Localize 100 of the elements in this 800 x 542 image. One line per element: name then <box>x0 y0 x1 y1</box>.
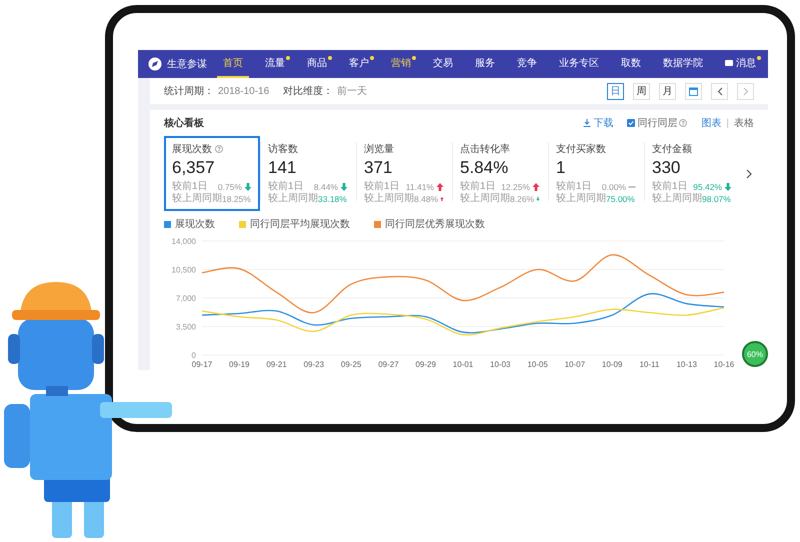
change-value: 0.00% <box>602 181 626 192</box>
comparison-label: 较上周同期 <box>172 193 222 205</box>
nav-tab[interactable]: 数据学院 <box>657 50 709 78</box>
logo-icon <box>148 57 162 71</box>
change-value: 33.18% <box>318 193 347 205</box>
x-axis-label: 10-09 <box>602 360 622 369</box>
range-button[interactable]: 周 <box>633 82 650 100</box>
app-name: 生意参谋 <box>167 58 207 71</box>
metric-card-area[interactable]: 浏览量 371 较前1日 11.41% 较上周同期8.48% <box>356 136 452 211</box>
comparison-label: 较前1日 <box>556 181 593 192</box>
view-tab[interactable]: 图表 <box>701 116 722 130</box>
metric-value: 371 <box>364 158 394 178</box>
comparison-label: 较前1日 <box>268 181 305 192</box>
y-axis-label: 14,000 <box>172 237 196 246</box>
x-axis-label: 10-03 <box>490 360 511 369</box>
legend-label[interactable]: 同行同层优秀展现次数 <box>385 217 485 231</box>
metric-card-area[interactable]: 访客数 141 较前1日 8.44% 较上周同期33.18% <box>260 136 356 211</box>
previous-button[interactable] <box>711 82 728 100</box>
change-value: 8.44% <box>314 181 338 192</box>
nav-tab[interactable]: 交易 <box>427 50 459 78</box>
metric-name: 点击转化率 <box>460 142 510 156</box>
nav-tab[interactable]: 客户 <box>343 50 375 78</box>
change-value: 0.75% <box>218 181 242 192</box>
comparison-label: 较上周同期 <box>364 193 414 205</box>
comparison-label: 较上周同期 <box>460 193 510 205</box>
x-axis-label: 09-29 <box>415 360 436 369</box>
download-link[interactable]: 下载 <box>583 116 614 130</box>
next-button[interactable] <box>737 82 754 100</box>
legend-label[interactable]: 同行同层平均展现次数 <box>250 217 350 231</box>
change-value: 18.25% <box>222 193 251 205</box>
x-axis-label: 09-17 <box>192 360 212 369</box>
nav-tab[interactable]: 商品 <box>301 50 333 78</box>
y-axis-label: 0 <box>192 351 196 360</box>
metric-card-area[interactable]: 支付金额 330 较前1日 95.42% 较上周同期98.07% <box>644 136 740 211</box>
nav-tab[interactable]: 取数 <box>615 50 647 78</box>
range-button[interactable]: 日 <box>607 82 624 100</box>
metric-name: 展现次数 <box>172 143 212 156</box>
metric-name: 浏览量 <box>364 142 394 156</box>
nav-tab[interactable]: 业务专区 <box>553 50 605 78</box>
x-axis-label: 09-27 <box>378 360 399 369</box>
change-value: 8.48% <box>414 193 438 205</box>
separator: | <box>726 118 729 128</box>
x-axis-label: 09-21 <box>266 360 287 369</box>
panel-title: 核心看板 <box>164 116 205 130</box>
chevron-right-icon <box>742 86 748 96</box>
change-value: 8.26% <box>510 193 534 205</box>
nav-tab[interactable]: 流量 <box>259 50 291 78</box>
metric-value: 141 <box>268 158 298 178</box>
metric-name: 访客数 <box>268 142 298 156</box>
y-axis-label: 7,000 <box>176 294 196 303</box>
nav-tab[interactable]: 消息 <box>719 50 762 78</box>
x-axis-label: 09-19 <box>229 360 250 369</box>
calendar-icon <box>689 86 698 96</box>
y-axis-label: 10,500 <box>172 266 196 274</box>
metric-card-area[interactable]: 点击转化率 5.84% 较前1日 12.25% 较上周同期8.26% <box>452 136 548 211</box>
view-tab[interactable]: 表格 <box>734 116 754 130</box>
metric-name: 支付买家数 <box>556 142 606 156</box>
change-value: 12.25% <box>501 181 530 192</box>
chevron-left-icon <box>716 86 722 96</box>
peer-toggle-label: 同行同层 <box>637 117 678 130</box>
x-axis-label: 09-23 <box>304 360 324 369</box>
compare-value: 前一天 <box>337 85 368 98</box>
help-icon[interactable] <box>215 145 223 153</box>
metric-value: 5.84% <box>460 158 510 178</box>
period-value: 2018-10-16 <box>218 86 270 96</box>
legend-label[interactable]: 展现次数 <box>175 217 215 231</box>
comparison-label: 较上周同期 <box>268 193 318 205</box>
range-button[interactable]: 月 <box>659 82 676 100</box>
x-axis-label: 10-16 <box>714 360 734 369</box>
message-icon <box>725 60 733 66</box>
change-value: 95.42% <box>693 181 722 192</box>
comparison-label: 较前1日 <box>172 181 209 192</box>
x-axis-label: 09-25 <box>340 360 362 369</box>
y-axis-label: 3,500 <box>176 322 196 332</box>
x-axis-label: 10-05 <box>527 360 548 369</box>
change-value: 75.00% <box>606 193 635 205</box>
change-value: 11.41% <box>406 181 434 192</box>
checkbox[interactable] <box>627 119 636 127</box>
change-value: 98.07% <box>702 193 731 205</box>
x-axis-label: 10-07 <box>564 360 586 369</box>
metric-card[interactable]: 展现次数 6,357 较前1日 0.75% 较上周同期18.25% <box>164 136 260 211</box>
nav-tab[interactable]: 服务 <box>469 50 501 78</box>
help-icon[interactable] <box>679 119 688 127</box>
comparison-label: 较前1日 <box>652 181 689 192</box>
metric-value: 6,357 <box>172 158 216 178</box>
download-icon <box>583 119 592 127</box>
nav-tab[interactable]: 竞争 <box>511 50 543 78</box>
calendar-button[interactable] <box>685 82 702 100</box>
comparison-label: 较上周同期 <box>556 193 606 205</box>
comparison-label: 较前1日 <box>460 181 497 192</box>
nav-tab[interactable]: 营销 <box>385 50 417 78</box>
comparison-label: 较前1日 <box>364 181 401 192</box>
x-axis-label: 10-01 <box>452 360 474 369</box>
metric-value: 330 <box>652 158 682 178</box>
comparison-label: 较上周同期 <box>652 193 702 205</box>
metric-value: 1 <box>556 158 566 178</box>
metric-name: 支付金额 <box>652 142 692 156</box>
compare-label: 对比维度： <box>283 84 334 98</box>
metric-card-area[interactable]: 支付买家数 1 较前1日 0.00% 较上周同期75.00% <box>548 136 644 211</box>
x-axis-label: 10-11 <box>640 360 660 369</box>
